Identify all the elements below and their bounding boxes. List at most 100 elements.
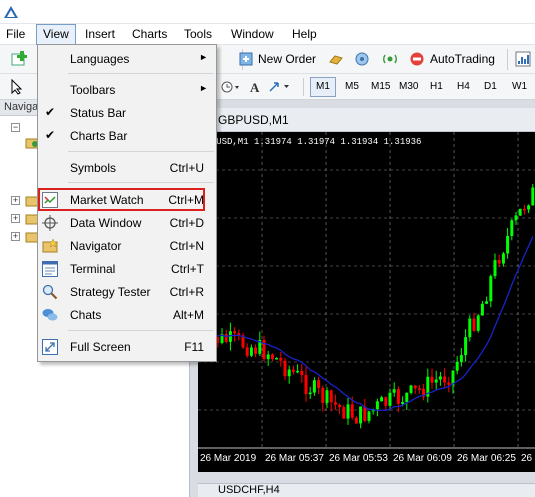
menu-insert[interactable]: Insert (79, 24, 121, 45)
candle-body (304, 375, 308, 394)
menu-item-charts-bar[interactable]: ✔ Charts Bar (38, 125, 216, 147)
menu-item-label: Navigator (70, 239, 122, 253)
time-label: 26 Mar 06:25 (457, 453, 516, 464)
menu-item-shortcut: Alt+M (172, 308, 204, 322)
menu-item-data-window[interactable]: Data Window Ctrl+D (38, 212, 216, 234)
candle-body (317, 380, 321, 388)
candle-body (388, 392, 392, 406)
timeframe-h4-button[interactable]: H4 (451, 77, 476, 97)
tree-toggle[interactable]: − (11, 123, 20, 132)
periodicity-icon[interactable] (219, 79, 241, 95)
candle-body (522, 208, 526, 211)
crosshair-icon (42, 215, 58, 231)
chart-tab-title[interactable]: GBPUSD,M1 (198, 108, 535, 132)
menu-item-shortcut: Ctrl+T (171, 262, 204, 276)
menu-item-strategy-tester[interactable]: Strategy Tester Ctrl+R (38, 281, 216, 303)
candle-body (384, 397, 388, 406)
title-bar (0, 0, 535, 24)
candlestick-chart[interactable] (198, 132, 535, 472)
candle-body (308, 392, 312, 395)
candle-body (464, 337, 468, 356)
chart-tab-usdchf[interactable]: USDCHF,H4 (198, 483, 535, 497)
candle-body (434, 379, 438, 383)
candle-body (409, 385, 413, 393)
timeframe-m5-button[interactable]: M5 (339, 77, 365, 97)
candle-body (270, 354, 274, 360)
candle-body (342, 407, 346, 419)
menu-window[interactable]: Window (225, 24, 280, 45)
price-chart[interactable] (198, 132, 535, 472)
candle-body (254, 347, 258, 354)
chart-window-icon[interactable] (514, 51, 532, 67)
timeframe-d1-button[interactable]: D1 (478, 77, 503, 97)
time-axis: 26 Mar 2019 26 Mar 05:37 26 Mar 05:53 26… (198, 448, 535, 470)
candle-body (296, 370, 300, 373)
timeframe-m1-button[interactable]: M1 (310, 77, 336, 97)
menu-item-symbols[interactable]: Symbols Ctrl+U (38, 157, 216, 179)
candle-body (329, 390, 333, 403)
candle-body (510, 220, 514, 236)
checkmark-icon: ✔ (45, 105, 56, 119)
menu-item-label: Full Screen (70, 340, 131, 354)
candle-body (455, 362, 459, 371)
candle-body (447, 382, 451, 385)
candle-body (493, 260, 497, 277)
menu-item-status-bar[interactable]: ✔ Status Bar (38, 102, 216, 124)
timeframe-m30-button[interactable]: M30 (393, 77, 424, 97)
timeframe-m15-button[interactable]: M15 (365, 77, 396, 97)
folder-star-icon (42, 238, 58, 253)
tree-toggle[interactable]: + (11, 196, 20, 205)
candle-body (489, 276, 493, 302)
tree-toggle[interactable]: + (11, 232, 20, 241)
candle-body (275, 358, 279, 360)
menu-item-shortcut: Ctrl+U (169, 161, 204, 175)
candle-body (325, 390, 329, 403)
chat-bubbles-icon (42, 309, 58, 321)
menu-item-navigator[interactable]: Navigator Ctrl+N (38, 235, 216, 257)
candle-body (363, 406, 367, 421)
candle-body (380, 397, 384, 402)
menu-item-languages[interactable]: Languages ► (38, 48, 216, 70)
new-chart-button[interactable] (8, 50, 32, 68)
metatrader-logo-icon (4, 6, 18, 18)
autotrading-button[interactable]: AutoTrading (430, 52, 495, 66)
submenu-arrow-icon: ► (199, 83, 208, 93)
candle-body (266, 354, 270, 360)
time-label: 26 Mar 06:09 (393, 453, 452, 464)
candle-body (527, 205, 531, 210)
menu-charts[interactable]: Charts (126, 24, 173, 45)
menu-bar: File View Insert Charts Tools Window Hel… (0, 24, 535, 45)
menu-help[interactable]: Help (286, 24, 323, 45)
new-order-button[interactable]: New Order (258, 52, 316, 66)
menu-item-full-screen[interactable]: Full Screen F11 (38, 336, 216, 358)
candle-body (443, 376, 447, 383)
cursor-icon[interactable] (8, 78, 26, 96)
menu-file[interactable]: File (0, 24, 31, 45)
timeframe-h1-button[interactable]: H1 (424, 77, 449, 97)
candle-body (468, 318, 472, 338)
signals-icon[interactable] (353, 51, 371, 67)
menu-tools[interactable]: Tools (178, 24, 218, 45)
text-label-icon[interactable]: A (248, 79, 266, 95)
menu-item-label: Chats (70, 308, 102, 322)
menu-view[interactable]: View (36, 24, 76, 45)
candle-body (401, 402, 405, 404)
menu-item-toolbars[interactable]: Toolbars ► (38, 79, 216, 101)
candle-body (233, 331, 237, 334)
arrows-icon[interactable] (266, 79, 292, 95)
candle-body (291, 369, 295, 373)
broadcast-icon[interactable] (381, 51, 399, 67)
candle-body (245, 347, 249, 356)
candle-body (224, 334, 228, 342)
terminal-icon (42, 261, 58, 277)
menu-item-chats[interactable]: Chats Alt+M (38, 304, 216, 326)
candle-body (359, 406, 363, 424)
candle-body (287, 369, 291, 377)
candle-body (338, 404, 342, 408)
gold-bars-icon[interactable] (327, 51, 345, 67)
timeframe-w1-button[interactable]: W1 (506, 77, 533, 97)
tree-toggle[interactable]: + (11, 214, 20, 223)
submenu-arrow-icon: ► (199, 52, 208, 62)
menu-item-terminal[interactable]: Terminal Ctrl+T (38, 258, 216, 280)
menu-item-shortcut: Ctrl+N (169, 239, 204, 253)
